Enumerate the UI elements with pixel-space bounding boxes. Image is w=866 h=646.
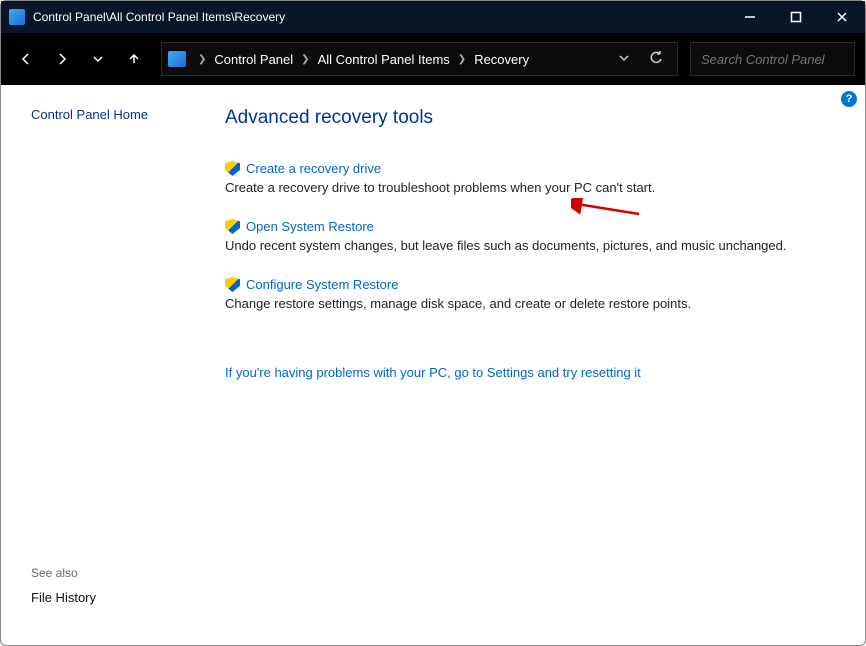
reset-pc-link[interactable]: If you're having problems with your PC, …	[225, 365, 641, 380]
uac-shield-icon	[225, 277, 240, 292]
configure-system-restore-desc: Change restore settings, manage disk spa…	[225, 296, 825, 311]
tool-open-system-restore: Open System Restore Undo recent system c…	[225, 219, 825, 253]
breadcrumb-recovery[interactable]: Recovery	[474, 52, 529, 67]
address-bar[interactable]: ❯ Control Panel ❯ All Control Panel Item…	[161, 42, 678, 76]
close-button[interactable]	[819, 1, 865, 33]
breadcrumb-all-items[interactable]: All Control Panel Items	[318, 52, 450, 67]
search-box[interactable]	[690, 42, 855, 76]
uac-shield-icon	[225, 161, 240, 176]
window-title: Control Panel\All Control Panel Items\Re…	[33, 10, 727, 24]
main-panel: Advanced recovery tools Create a recover…	[211, 85, 865, 645]
create-recovery-drive-desc: Create a recovery drive to troubleshoot …	[225, 180, 825, 195]
nav-toolbar: ❯ Control Panel ❯ All Control Panel Item…	[1, 33, 865, 85]
chevron-right-icon: ❯	[458, 54, 466, 65]
refresh-button[interactable]	[649, 51, 663, 68]
control-panel-home-link[interactable]: Control Panel Home	[31, 107, 211, 122]
tool-create-recovery-drive: Create a recovery drive Create a recover…	[225, 161, 825, 195]
up-button[interactable]	[119, 44, 149, 74]
maximize-button[interactable]	[773, 1, 819, 33]
back-button[interactable]	[11, 44, 41, 74]
address-dropdown-icon[interactable]	[617, 51, 631, 68]
window-titlebar: Control Panel\All Control Panel Items\Re…	[1, 1, 865, 33]
open-system-restore-desc: Undo recent system changes, but leave fi…	[225, 238, 825, 253]
forward-button[interactable]	[47, 44, 77, 74]
annotation-arrow	[571, 198, 641, 218]
search-input[interactable]	[701, 52, 866, 67]
app-icon	[9, 9, 25, 25]
recent-locations-button[interactable]	[83, 44, 113, 74]
page-title: Advanced recovery tools	[225, 107, 825, 129]
tool-configure-system-restore: Configure System Restore Change restore …	[225, 277, 825, 311]
create-recovery-drive-link[interactable]: Create a recovery drive	[246, 161, 381, 176]
minimize-button[interactable]	[727, 1, 773, 33]
see-also-header: See also	[31, 566, 96, 580]
chevron-right-icon: ❯	[198, 54, 206, 65]
open-system-restore-link[interactable]: Open System Restore	[246, 219, 374, 234]
breadcrumb-control-panel[interactable]: Control Panel	[214, 52, 293, 67]
sidebar: Control Panel Home See also File History	[1, 85, 211, 645]
uac-shield-icon	[225, 219, 240, 234]
content-area: ? Control Panel Home See also File Histo…	[1, 85, 865, 645]
chevron-right-icon: ❯	[301, 54, 309, 65]
file-history-link[interactable]: File History	[31, 590, 96, 605]
configure-system-restore-link[interactable]: Configure System Restore	[246, 277, 398, 292]
location-icon	[168, 51, 186, 67]
